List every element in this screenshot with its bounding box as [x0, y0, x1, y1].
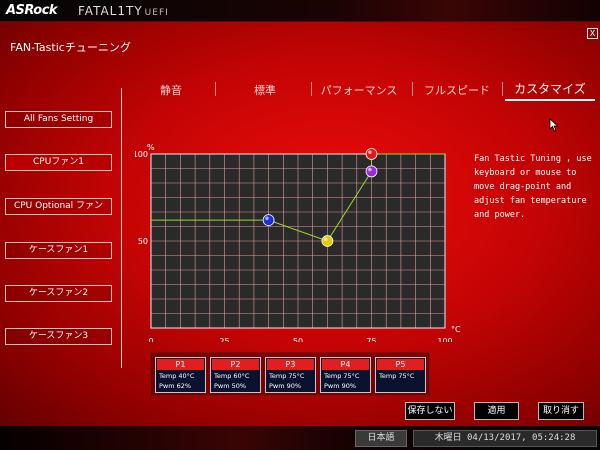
drag-point-p3[interactable]	[365, 165, 378, 178]
main-panel: FAN-Tasticチューニング X 静音 標準 パフォーマンス フルスピード …	[0, 22, 600, 426]
tab-customize[interactable]: カスタマイズ	[505, 80, 595, 96]
sidebar-item-case-fan1[interactable]: ケースファン1	[5, 242, 112, 259]
point-card-p5[interactable]: P5 Temp 75°C	[375, 357, 426, 393]
point-card-name: P5	[377, 359, 424, 370]
drag-point-highlight	[368, 167, 372, 172]
point-card-pwm: Pwm 90%	[324, 382, 357, 390]
bottom-bar: 日本語 木曜日 04/13/2017, 05:24:28	[0, 426, 600, 450]
point-card-temp: Temp 75°C	[324, 372, 360, 380]
x-tick-label: 75	[366, 337, 376, 342]
asrock-logo: ASRock	[6, 3, 58, 18]
apply-button[interactable]: 適用	[474, 402, 519, 420]
drag-point-p2[interactable]	[321, 235, 334, 247]
datetime-display: 木曜日 04/13/2017, 05:24:28	[413, 430, 597, 447]
close-button[interactable]: X	[587, 28, 598, 39]
sidebar-item-cpu-optional-fan[interactable]: CPU Optional ファン	[5, 198, 112, 215]
page-title: FAN-Tasticチューニング	[10, 41, 131, 54]
drag-point-highlight	[368, 150, 372, 154]
y-axis-unit: %	[147, 143, 155, 152]
point-values-panel: P1 Temp 40°C Pwm 62% P2 Temp 60°C Pwm 50% P3 Te…	[150, 352, 430, 396]
drag-point-p5[interactable]	[365, 148, 378, 160]
point-card-temp: Temp 75°C	[269, 372, 305, 380]
sidebar-item-all-fans[interactable]: All Fans Setting	[5, 111, 112, 128]
top-bar: ASRock FATAL1TY UEFI	[0, 0, 600, 22]
x-tick-label: 100	[437, 337, 452, 342]
drag-point-highlight	[265, 216, 269, 221]
tab-standard[interactable]: 標準	[225, 82, 305, 98]
tab-silent[interactable]: 静音	[140, 82, 202, 98]
point-card-name: P1	[157, 359, 204, 370]
point-card-name: P3	[267, 359, 314, 370]
tab-full-speed[interactable]: フルスピード	[416, 82, 498, 98]
drag-point-p1[interactable]	[262, 214, 275, 227]
x-tick-label: 25	[219, 337, 229, 342]
tab-separator	[502, 82, 503, 96]
point-card-p2[interactable]: P2 Temp 60°C Pwm 50%	[210, 357, 261, 393]
tab-separator	[311, 82, 312, 96]
point-card-name: P2	[212, 359, 259, 370]
tab-separator	[215, 82, 216, 96]
drag-point-highlight	[324, 237, 328, 241]
tab-separator	[412, 82, 413, 96]
point-card-temp: Temp 75°C	[379, 372, 415, 380]
help-text: Fan Tastic Tuning , use keyboard or mous…	[474, 154, 592, 220]
point-card-name: P4	[322, 359, 369, 370]
cancel-button[interactable]: 取り消す	[538, 402, 584, 420]
mouse-cursor-icon	[549, 118, 559, 132]
y-tick-label: 100	[135, 150, 148, 159]
sidebar-item-case-fan2[interactable]: ケースファン2	[5, 285, 112, 302]
fatality-logo: FATAL1TY UEFI	[78, 4, 169, 18]
x-tick-label: 0	[148, 337, 153, 342]
point-card-p1[interactable]: P1 Temp 40°C Pwm 62%	[155, 357, 206, 393]
x-axis-unit: °C	[451, 325, 461, 334]
active-tab-underline	[505, 99, 595, 101]
point-card-pwm: Pwm 62%	[159, 382, 192, 390]
point-card-pwm: Pwm 90%	[269, 382, 302, 390]
point-card-temp: Temp 40°C	[159, 372, 195, 380]
language-button[interactable]: 日本語	[355, 430, 407, 447]
point-card-p3[interactable]: P3 Temp 75°C Pwm 90%	[265, 357, 316, 393]
point-card-pwm: Pwm 50%	[214, 382, 247, 390]
point-card-p4[interactable]: P4 Temp 75°C Pwm 90%	[320, 357, 371, 393]
tab-performance[interactable]: パフォーマンス	[318, 82, 400, 98]
y-tick-label: 50	[138, 237, 148, 246]
x-tick-label: 50	[293, 337, 303, 342]
discard-button[interactable]: 保存しない	[405, 402, 455, 420]
sidebar-item-case-fan3[interactable]: ケースファン3	[5, 328, 112, 345]
fan-curve-chart[interactable]: % °C 0 25 50 75 100 50 100	[135, 142, 465, 342]
point-card-temp: Temp 60°C	[214, 372, 250, 380]
sidebar-divider	[121, 88, 122, 368]
sidebar-item-cpu-fan1[interactable]: CPUファン1	[5, 154, 112, 171]
chart-grid	[151, 154, 445, 328]
